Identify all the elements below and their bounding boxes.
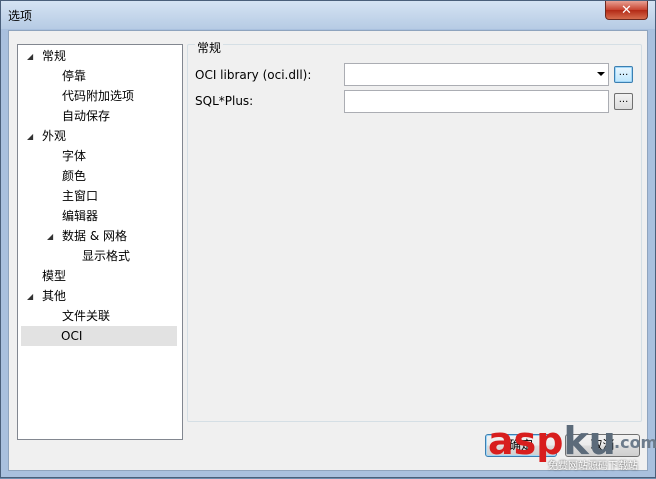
tree-item-label: 主窗口	[62, 189, 99, 203]
expand-arrow-icon[interactable]: ◢	[27, 52, 33, 61]
group-title: 常规	[195, 39, 224, 56]
tree-item-file-association[interactable]: 文件关联	[62, 306, 110, 326]
tree-item-label: 外观	[42, 129, 67, 143]
browse-button-label: ...	[618, 94, 629, 105]
ok-button[interactable]: 确定	[485, 434, 557, 457]
ok-button-label: 确定	[508, 438, 533, 452]
tree-item-data-grid[interactable]: 数据 & 网格	[62, 226, 127, 246]
tree-item-label: 字体	[62, 149, 87, 163]
tree-item-label: 编辑器	[62, 209, 99, 223]
tree-item-label: 代码附加选项	[62, 89, 135, 103]
tree-item-display-format[interactable]: 显示格式	[82, 246, 130, 266]
sqlplus-label: SQL*Plus:	[195, 94, 254, 108]
close-icon: ✕	[621, 2, 632, 18]
tree-item-editor[interactable]: 编辑器	[62, 206, 98, 226]
tree-item-main-window[interactable]: 主窗口	[62, 186, 98, 206]
tree-item-label: 显示格式	[82, 249, 131, 263]
cancel-button-label: 取消	[590, 438, 615, 452]
cancel-button[interactable]: 取消	[565, 434, 640, 457]
oci-library-browse-button[interactable]: ...	[614, 66, 633, 83]
oci-library-combobox[interactable]	[344, 63, 609, 86]
expand-arrow-icon[interactable]: ◢	[27, 132, 33, 141]
options-dialog: 选项 ✕ ◢ 常规 停靠 代码附加选项 自动保存 ◢ 外观 字体 颜色 主窗口 …	[0, 0, 656, 478]
title-bar[interactable]: 选项 ✕	[1, 1, 655, 29]
tree-item-label: 其他	[42, 289, 67, 303]
tree-item-label: 停靠	[62, 69, 87, 83]
tree-item-label: 常规	[42, 49, 67, 63]
window-title: 选项	[8, 9, 33, 23]
tree-item-docking[interactable]: 停靠	[62, 66, 86, 86]
expand-arrow-icon[interactable]: ◢	[27, 292, 33, 301]
tree-item-autosave[interactable]: 自动保存	[62, 106, 110, 126]
tree-item-model[interactable]: 模型	[42, 266, 66, 286]
tree-item-label: 颜色	[62, 169, 87, 183]
tree-item-font[interactable]: 字体	[62, 146, 86, 166]
close-button[interactable]: ✕	[605, 1, 648, 20]
browse-button-label: ...	[618, 67, 629, 78]
oci-library-label: OCI library (oci.dll):	[195, 68, 312, 82]
dialog-client-area: ◢ 常规 停靠 代码附加选项 自动保存 ◢ 外观 字体 颜色 主窗口 编辑器 ◢…	[8, 30, 648, 471]
tree-item-appearance[interactable]: 外观	[42, 126, 66, 146]
chevron-down-icon[interactable]	[597, 72, 605, 76]
tree-item-label: 文件关联	[62, 309, 111, 323]
expand-arrow-icon[interactable]: ◢	[47, 232, 53, 241]
tree-item-oci[interactable]: OCI	[21, 326, 177, 346]
tree-item-label: 模型	[42, 269, 67, 283]
tree-item-general[interactable]: 常规	[42, 46, 66, 66]
tree-item-label: 数据 & 网格	[62, 229, 127, 243]
tree-item-label: 自动保存	[62, 109, 111, 123]
sqlplus-browse-button[interactable]: ...	[614, 93, 633, 110]
tree-item-colors[interactable]: 颜色	[62, 166, 86, 186]
options-tree[interactable]: ◢ 常规 停靠 代码附加选项 自动保存 ◢ 外观 字体 颜色 主窗口 编辑器 ◢…	[17, 44, 183, 440]
sqlplus-path-field[interactable]	[344, 90, 609, 113]
tree-item-label: OCI	[61, 329, 83, 343]
tree-item-code-options[interactable]: 代码附加选项	[62, 86, 134, 106]
tree-item-other[interactable]: 其他	[42, 286, 66, 306]
